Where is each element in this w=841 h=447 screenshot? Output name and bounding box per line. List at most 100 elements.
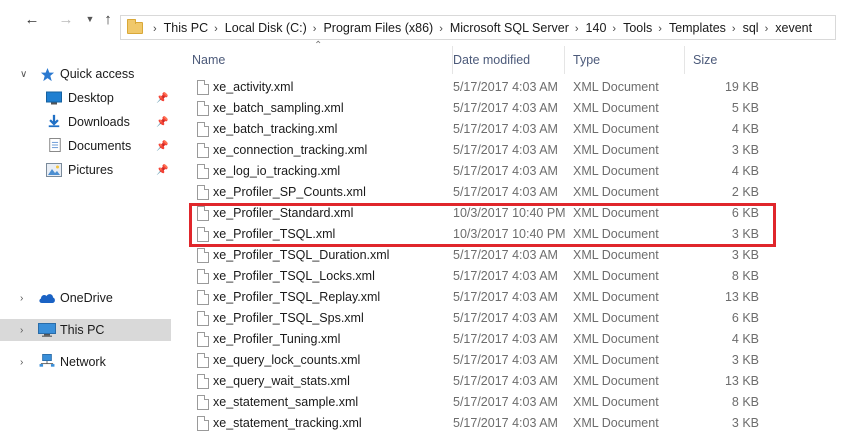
sidebar-item-desktop[interactable]: Desktop 📌 [0, 87, 171, 109]
file-type: XML Document [573, 248, 659, 262]
xml-file-icon [197, 80, 209, 95]
xml-file-icon [197, 311, 209, 326]
file-type: XML Document [573, 311, 659, 325]
breadcrumb-separator-chevron-icon[interactable]: › [433, 23, 450, 35]
file-name: xe_Profiler_TSQL_Sps.xml [213, 311, 364, 325]
sidebar-item-pictures[interactable]: Pictures 📌 [0, 159, 171, 181]
breadcrumb-separator-chevron-icon[interactable]: › [208, 23, 225, 35]
xml-file-icon [197, 269, 209, 284]
column-header-row: ⌃ Name Date modified Type Size [176, 40, 776, 74]
breadcrumb-item[interactable]: This PC [164, 21, 208, 35]
pin-icon[interactable]: 📌 [156, 93, 168, 104]
breadcrumb-separator-chevron-icon[interactable]: › [606, 23, 623, 35]
navigation-bar: ← → ▼ ↑ › This PC › Local Disk (C:) › Program… [0, 0, 841, 40]
sidebar-item-quick-access[interactable]: ∨ Quick access [0, 63, 171, 85]
breadcrumb-item[interactable]: Microsoft SQL Server [450, 21, 569, 35]
file-name: xe_Profiler_TSQL_Duration.xml [213, 248, 390, 262]
file-type: XML Document [573, 80, 659, 94]
recent-locations-chevron-down-icon[interactable]: ▼ [80, 10, 100, 28]
chevron-down-icon[interactable]: ∨ [20, 69, 27, 80]
file-row[interactable]: xe_batch_sampling.xml 5/17/2017 4:03 AM XM… [176, 98, 776, 119]
column-header-date-modified[interactable]: Date modified [445, 46, 565, 74]
file-row[interactable]: xe_batch_tracking.xml 5/17/2017 4:03 AM XM… [176, 119, 776, 140]
file-date-modified: 5/17/2017 4:03 AM [453, 353, 558, 367]
xml-file-icon [197, 374, 209, 389]
file-row[interactable]: xe_Profiler_TSQL_Locks.xml 5/17/2017 4:03… [176, 266, 776, 287]
sidebar-item-downloads[interactable]: Downloads 📌 [0, 111, 171, 133]
sidebar-item-documents[interactable]: Documents 📌 [0, 135, 171, 157]
file-size: 3 KB [731, 353, 759, 367]
sidebar-item-onedrive[interactable]: › OneDrive [0, 287, 171, 309]
file-size: 8 KB [731, 269, 759, 283]
file-size: 3 KB [731, 143, 759, 157]
xml-file-icon [197, 101, 209, 116]
file-name: xe_query_lock_counts.xml [213, 353, 361, 367]
file-date-modified: 5/17/2017 4:03 AM [453, 332, 558, 346]
network-icon [39, 354, 55, 367]
file-row[interactable]: xe_Profiler_Tuning.xml 5/17/2017 4:03 AM X… [176, 329, 776, 350]
pin-icon[interactable]: 📌 [156, 117, 168, 128]
column-header-size[interactable]: Size [685, 46, 776, 74]
file-row[interactable]: xe_activity.xml 5/17/2017 4:03 AM XML Docu… [176, 77, 776, 98]
up-arrow-icon[interactable]: ↑ [98, 10, 118, 28]
chevron-right-icon[interactable]: › [20, 293, 23, 304]
file-size: 5 KB [731, 101, 759, 115]
address-bar[interactable]: › This PC › Local Disk (C:) › Program Files (… [120, 15, 836, 40]
file-size: 4 KB [731, 164, 759, 178]
file-name: xe_Profiler_Tuning.xml [213, 332, 341, 346]
documents-icon [49, 138, 61, 152]
file-size: 6 KB [731, 311, 759, 325]
file-row[interactable]: xe_Profiler_TSQL_Duration.xml 5/17/2017 4… [176, 245, 776, 266]
sidebar-item-network[interactable]: › Network [0, 351, 171, 373]
breadcrumb-item[interactable]: Program Files (x86) [323, 21, 433, 35]
breadcrumb-item[interactable]: Templates [669, 21, 726, 35]
file-size: 13 KB [724, 290, 759, 304]
file-date-modified: 5/17/2017 4:03 AM [453, 248, 558, 262]
breadcrumb-separator-chevron-icon[interactable]: › [652, 23, 669, 35]
file-date-modified: 5/17/2017 4:03 AM [453, 185, 558, 199]
breadcrumb-separator-chevron-icon[interactable]: › [307, 23, 324, 35]
file-size: 3 KB [731, 248, 759, 262]
file-row[interactable]: xe_statement_sample.xml 5/17/2017 4:03 AM… [176, 392, 776, 413]
breadcrumb-item[interactable]: Local Disk (C:) [225, 21, 307, 35]
forward-arrow-icon[interactable]: → [56, 10, 76, 28]
xml-file-icon [197, 332, 209, 347]
file-row[interactable]: xe_Profiler_SP_Counts.xml 5/17/2017 4:03 … [176, 182, 776, 203]
navigation-pane: ∨ Quick access Desktop 📌 Downloads 📌 Doc… [0, 48, 176, 447]
file-name: xe_statement_tracking.xml [213, 416, 362, 430]
breadcrumb-item[interactable]: 140 [586, 21, 607, 35]
chevron-right-icon[interactable]: › [20, 357, 23, 368]
file-size: 3 KB [731, 416, 759, 430]
pin-icon[interactable]: 📌 [156, 141, 168, 152]
file-name: xe_log_io_tracking.xml [213, 164, 341, 178]
column-header-type[interactable]: Type [565, 46, 685, 74]
file-row[interactable]: xe_Profiler_TSQL_Sps.xml 5/17/2017 4:03 A… [176, 308, 776, 329]
breadcrumb-item[interactable]: xevent [775, 21, 812, 35]
breadcrumb-item[interactable]: sql [743, 21, 759, 35]
file-row[interactable]: xe_query_lock_counts.xml 5/17/2017 4:03 A… [176, 350, 776, 371]
file-type: XML Document [573, 164, 659, 178]
folder-icon [127, 18, 143, 34]
file-name: xe_statement_sample.xml [213, 395, 359, 409]
breadcrumb-separator-chevron-icon[interactable]: › [726, 23, 743, 35]
file-row[interactable]: xe_query_wait_stats.xml 5/17/2017 4:03 AM… [176, 371, 776, 392]
back-arrow-icon[interactable]: ← [22, 10, 42, 28]
file-row[interactable]: xe_log_io_tracking.xml 5/17/2017 4:03 AM X… [176, 161, 776, 182]
pin-icon[interactable]: 📌 [156, 165, 168, 176]
file-row[interactable]: xe_statement_tracking.xml 5/17/2017 4:03 … [176, 413, 776, 434]
chevron-right-icon[interactable]: › [20, 325, 23, 336]
file-date-modified: 5/17/2017 4:03 AM [453, 395, 558, 409]
file-row[interactable]: xe_Profiler_TSQL_Replay.xml 5/17/2017 4:0… [176, 287, 776, 308]
file-row[interactable]: xe_connection_tracking.xml 5/17/2017 4:03… [176, 140, 776, 161]
desktop-icon [46, 91, 62, 105]
column-header-name[interactable]: Name [184, 46, 453, 74]
breadcrumb-separator-chevron-icon[interactable]: › [569, 23, 586, 35]
sidebar-item-this-pc[interactable]: › This PC [0, 319, 171, 341]
xml-file-icon [197, 416, 209, 431]
downloads-icon [48, 114, 60, 128]
breadcrumb-item[interactable]: Tools [623, 21, 652, 35]
breadcrumb-separator-chevron-icon[interactable]: › [759, 23, 776, 35]
xml-file-icon [197, 185, 209, 200]
breadcrumb-separator-chevron-icon[interactable]: › [147, 23, 164, 35]
file-name: xe_Profiler_SP_Counts.xml [213, 185, 366, 199]
